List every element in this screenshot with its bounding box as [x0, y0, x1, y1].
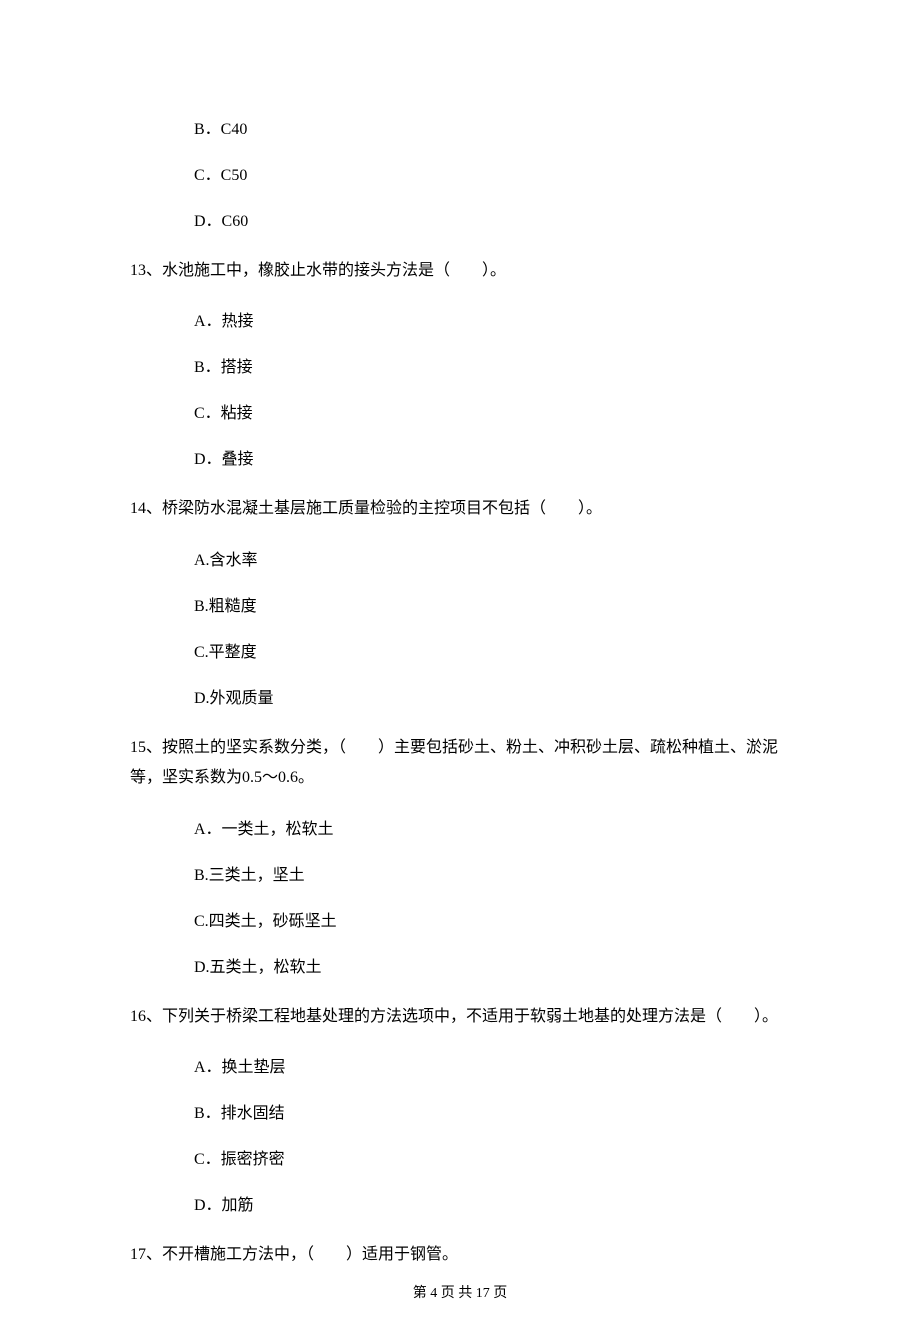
option-b: B．C40 [194, 118, 790, 142]
question-16-stem: 16、下列关于桥梁工程地基处理的方法选项中，不适用于软弱土地基的处理方法是（ ）… [130, 1002, 790, 1032]
q15-option-d: D.五类土，松软土 [194, 956, 790, 980]
option-d: D．C60 [194, 210, 790, 234]
question-13-stem: 13、水池施工中，橡胶止水带的接头方法是（ ）。 [130, 256, 790, 286]
q13-option-c: C．粘接 [194, 402, 790, 426]
q16-option-d: D．加筋 [194, 1194, 790, 1218]
page-footer: 第 4 页 共 17 页 [0, 1283, 920, 1304]
q14-option-c: C.平整度 [194, 641, 790, 665]
question-14-stem: 14、桥梁防水混凝土基层施工质量检验的主控项目不包括（ ）。 [130, 494, 790, 524]
q16-option-a: A．换土垫层 [194, 1056, 790, 1080]
q16-option-c: C．振密挤密 [194, 1148, 790, 1172]
q14-option-d: D.外观质量 [194, 687, 790, 711]
q14-option-b: B.粗糙度 [194, 595, 790, 619]
q15-option-a: A．一类土，松软土 [194, 818, 790, 842]
q13-option-a: A．热接 [194, 310, 790, 334]
q15-option-c: C.四类土，砂砾坚土 [194, 910, 790, 934]
document-page: B．C40 C．C50 D．C60 13、水池施工中，橡胶止水带的接头方法是（ … [0, 0, 920, 1334]
q15-option-b: B.三类土，坚土 [194, 864, 790, 888]
question-17-stem: 17、不开槽施工方法中，（ ）适用于钢管。 [130, 1240, 790, 1270]
q14-option-a: A.含水率 [194, 549, 790, 573]
q13-option-d: D．叠接 [194, 448, 790, 472]
q16-option-b: B．排水固结 [194, 1102, 790, 1126]
option-c: C．C50 [194, 164, 790, 188]
q13-option-b: B．搭接 [194, 356, 790, 380]
question-15-stem: 15、按照土的坚实系数分类，（ ）主要包括砂土、粉土、冲积砂土层、疏松种植土、淤… [130, 733, 790, 794]
